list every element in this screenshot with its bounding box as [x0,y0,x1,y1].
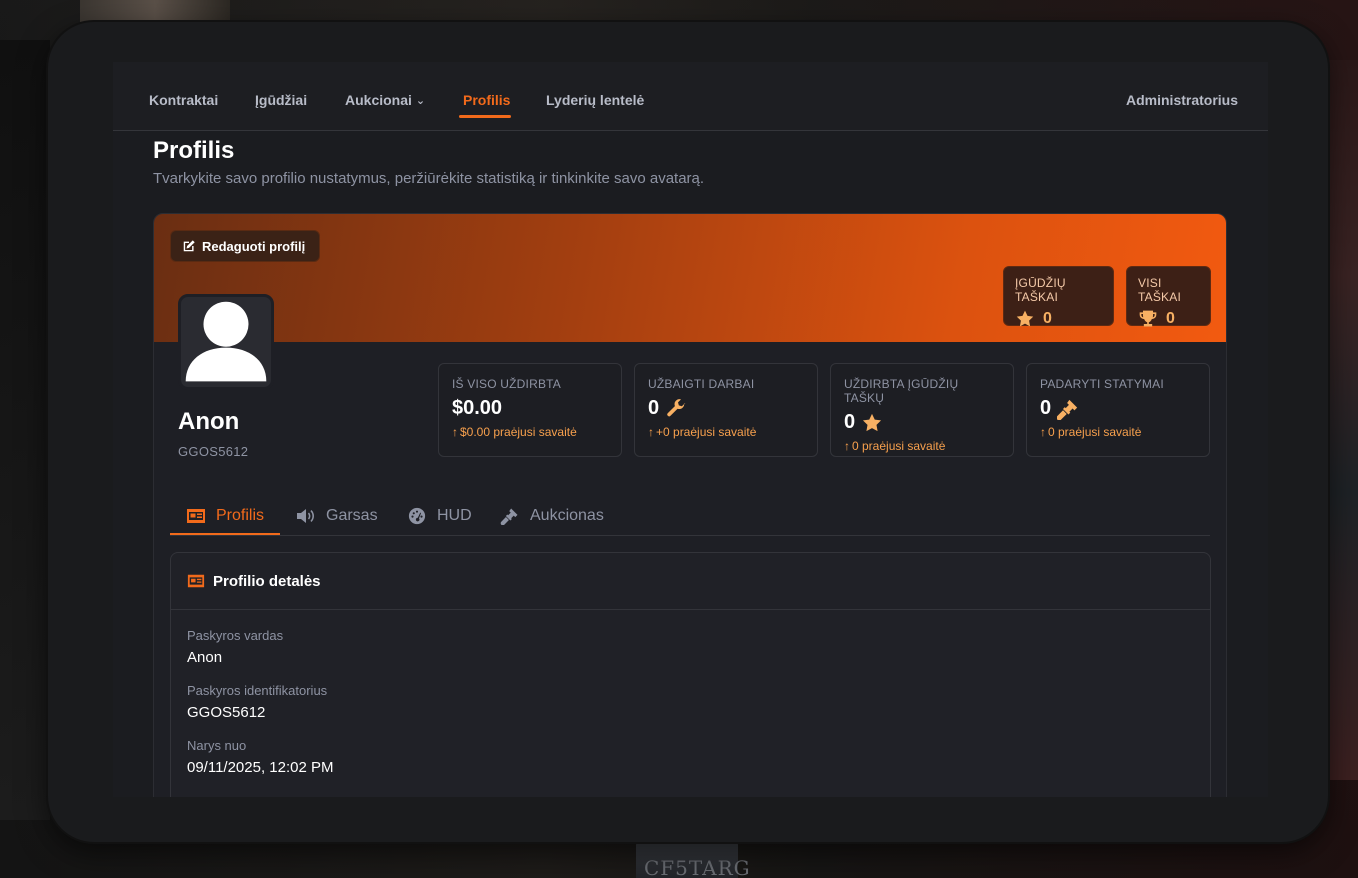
stat-trend: 0 praėjusi savaitė [852,439,946,453]
nav-item-aukcionai[interactable]: Aukcionai ⌄ [345,92,425,108]
background-sign: CF5TARG [636,842,750,878]
stat-value: 0 [1040,397,1052,419]
stat-trend: $0.00 praėjusi savaitė [460,425,577,439]
field-label: Paskyros vardas [187,628,284,643]
nav-item-igudziai[interactable]: Įgūdžiai [255,92,307,108]
arrow-up-icon: ↑ [844,439,850,453]
profile-tabs: Profilis Garsas HUD Aukcionas [170,495,1210,536]
profile-card: Redaguoti profilį ĮGŪDŽIŲ TAŠKAI 0 VISI … [153,213,1227,797]
user-silhouette-icon [185,301,267,382]
stat-total-earned: IŠ VISO UŽDIRBTA $0.00 ↑ $0.00 praėjusi s… [438,363,622,457]
field-member-since: Narys nuo 09/11/2025, 12:02 PM [171,738,1210,776]
stat-label: UŽBAIGTI DARBAI [648,377,755,391]
stat-value: 0 [648,397,660,419]
tab-active-indicator [170,533,280,535]
skill-points-label: ĮGŪDŽIŲ TAŠKAI [1015,276,1066,304]
nav-item-lyderiu-lentele[interactable]: Lyderių lentelė [546,92,644,108]
nav-active-indicator [459,115,511,118]
field-label: Narys nuo [187,738,247,753]
gavel-icon [500,508,518,525]
field-account-name: Paskyros vardas Anon [171,628,1210,666]
field-value: 09/11/2025, 12:02 PM [187,759,334,776]
id-card-icon [187,574,205,588]
nav-item-aukcionai-label: Aukcionai [345,92,412,108]
trophy-icon [1139,310,1157,327]
skill-points-value: 0 [1043,310,1052,327]
avatar[interactable] [178,294,274,390]
tab-label: Profilis [216,506,265,524]
details-title: Profilio detalės [213,572,321,590]
nav-item-profilis[interactable]: Profilis [463,92,510,108]
wrench-icon [667,398,686,416]
main-content: Profilis Tvarkykite savo profilio nustat… [113,131,1268,797]
skill-points-badge: ĮGŪDŽIŲ TAŠKAI 0 [1003,266,1114,327]
volume-icon [297,508,314,523]
field-value: Anon [187,649,223,666]
profile-details-panel: Profilio detalės Paskyros vardas Anon Pa… [170,552,1211,797]
total-points-value: 0 [1166,310,1175,327]
stat-label: IŠ VISO UŽDIRBTA [452,377,561,391]
arrow-up-icon: ↑ [452,425,458,439]
id-card-icon [187,508,205,523]
chevron-down-icon: ⌄ [415,95,426,107]
gauge-icon [408,507,426,524]
tablet-screen: Kontraktai Įgūdžiai Aukcionai ⌄ Profilis … [113,62,1268,797]
top-nav: Kontraktai Įgūdžiai Aukcionai ⌄ Profilis … [113,62,1268,131]
tab-label: Aukcionas [530,506,604,524]
stat-trend: 0 praėjusi savaitė [1048,425,1142,439]
profile-uid: GGOS5612 [178,444,249,459]
tab-label: HUD [437,506,472,524]
star-icon [1016,310,1034,327]
gavel-icon [1057,399,1078,420]
stat-skill-points-earned: UŽDIRBTA ĮGŪDŽIŲ TAŠKŲ 0 ↑ 0 praėjusi sav… [830,363,1014,457]
tab-profilis[interactable]: Profilis [170,495,280,536]
nav-user-administratorius[interactable]: Administratorius [1126,92,1238,108]
total-points-label: VISI TAŠKAI [1138,276,1181,304]
stat-trend: +0 praėjusi savaitė [656,425,757,439]
edit-icon [183,240,195,252]
page-title: Profilis [153,137,235,164]
stat-bets-placed: PADARYTI STATYMAI 0 ↑ 0 praėjusi savaitė [1026,363,1210,457]
arrow-up-icon: ↑ [1040,425,1046,439]
page-subtitle: Tvarkykite savo profilio nustatymus, per… [153,170,705,187]
stats-row: IŠ VISO UŽDIRBTA $0.00 ↑ $0.00 praėjusi s… [438,363,1210,457]
tab-hud[interactable]: HUD [391,495,488,536]
star-icon [863,413,882,431]
stat-value: $0.00 [452,397,503,419]
field-account-id: Paskyros identifikatorius GGOS5612 [171,683,1210,721]
stat-label: UŽDIRBTA ĮGŪDŽIŲ TAŠKŲ [844,377,959,405]
field-value: GGOS5612 [187,704,266,721]
arrow-up-icon: ↑ [648,425,654,439]
edit-profile-button[interactable]: Redaguoti profilį [170,230,320,262]
tab-garsas[interactable]: Garsas [280,495,394,536]
profile-banner: Redaguoti profilį ĮGŪDŽIŲ TAŠKAI 0 VISI … [154,214,1226,342]
tablet-frame: Kontraktai Įgūdžiai Aukcionai ⌄ Profilis … [48,22,1328,842]
background-poster [80,0,230,22]
details-header: Profilio detalės [171,553,1210,610]
edit-profile-label: Redaguoti profilį [202,238,306,254]
stat-completed-jobs: UŽBAIGTI DARBAI 0 ↑ +0 praėjusi savaitė [634,363,818,457]
nav-item-kontraktai[interactable]: Kontraktai [149,92,218,108]
tab-label: Garsas [326,506,378,524]
stat-value: 0 [844,411,856,433]
background-left [0,40,50,820]
stat-label: PADARYTI STATYMAI [1040,377,1164,391]
field-label: Paskyros identifikatorius [187,683,328,698]
profile-name: Anon [178,408,240,435]
total-points-badge: VISI TAŠKAI 0 [1126,266,1211,327]
tab-aukcionas[interactable]: Aukcionas [484,495,620,536]
